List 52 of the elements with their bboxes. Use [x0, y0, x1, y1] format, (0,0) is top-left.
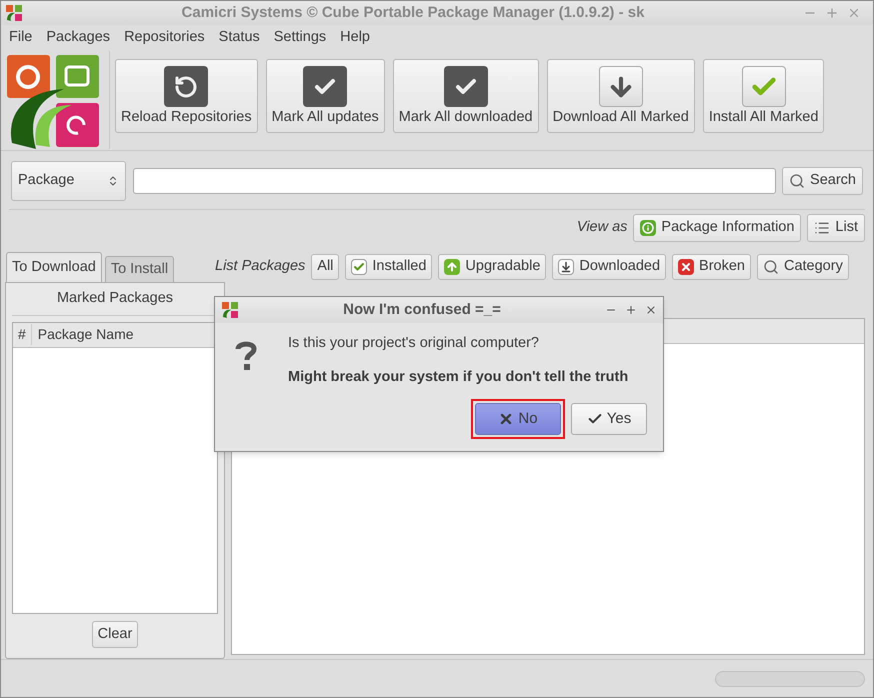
list-icon — [814, 220, 830, 236]
check-icon — [444, 66, 488, 108]
search-icon — [789, 173, 806, 189]
refresh-icon — [164, 66, 208, 108]
search-field[interactable] — [133, 168, 776, 194]
tab[interactable]: To Install — [104, 256, 174, 282]
filter-button[interactable]: All — [311, 254, 340, 280]
toolbar-button[interactable]: Mark All downloaded — [392, 59, 539, 133]
column-header[interactable]: # — [13, 324, 32, 346]
column-header[interactable]: Package Name — [32, 324, 140, 346]
list-packages-label: List Packages — [215, 257, 306, 276]
no-button[interactable]: No — [471, 399, 565, 439]
menu-item[interactable]: Help — [340, 27, 370, 49]
menu-item[interactable]: Repositories — [124, 27, 205, 49]
filter-button[interactable]: Broken — [672, 254, 751, 280]
menu-item[interactable]: Status — [218, 27, 260, 49]
search-icon — [762, 259, 779, 275]
close-icon — [678, 259, 694, 275]
toolbar-button[interactable]: Install All Marked — [702, 59, 824, 133]
view-button[interactable]: Package Information — [633, 214, 802, 242]
dialog-title: Now I'm confused =_= — [342, 300, 502, 320]
toolbar-button[interactable]: Mark All updates — [266, 59, 385, 133]
view-as-label: View as — [576, 218, 628, 238]
filter-button[interactable]: Downloaded — [552, 254, 666, 280]
filter-button[interactable]: Category — [756, 254, 849, 280]
app-icon — [5, 4, 23, 22]
spinner-icon — [107, 175, 119, 187]
toolbar-button[interactable]: Download All Marked — [546, 59, 695, 133]
filter-button[interactable]: Upgradable — [438, 254, 546, 280]
panel-title: Marked Packages — [56, 289, 174, 308]
info-icon — [640, 220, 656, 236]
check-icon — [303, 66, 348, 108]
window-title: Camicri Systems © Cube Portable Package Manager (1.0.9.2) - sk — [180, 2, 646, 23]
close-icon[interactable] — [645, 304, 657, 316]
check-icon — [351, 259, 368, 275]
maximize-icon[interactable] — [625, 304, 637, 316]
toolbar-button[interactable]: Reload Repositories — [115, 59, 258, 133]
scope-dropdown[interactable]: Package — [11, 161, 126, 201]
menu-item[interactable]: File — [9, 27, 32, 49]
view-button[interactable]: List — [807, 214, 865, 242]
check-icon — [742, 66, 786, 108]
tab[interactable]: To Download — [6, 252, 102, 282]
dialog-message: Is this your project's original computer? — [288, 334, 540, 353]
question-icon — [235, 341, 257, 371]
download-icon — [558, 259, 574, 275]
menu-item[interactable]: Packages — [46, 27, 110, 49]
search-button[interactable]: Search — [782, 167, 863, 195]
dialog-detail: Might break your system if you don't tell the truth — [288, 368, 628, 387]
app-icon — [221, 301, 239, 319]
menu-item[interactable]: Settings — [274, 27, 326, 49]
filter-button[interactable]: Installed — [345, 254, 432, 280]
clear-button[interactable]: Clear — [92, 621, 138, 648]
